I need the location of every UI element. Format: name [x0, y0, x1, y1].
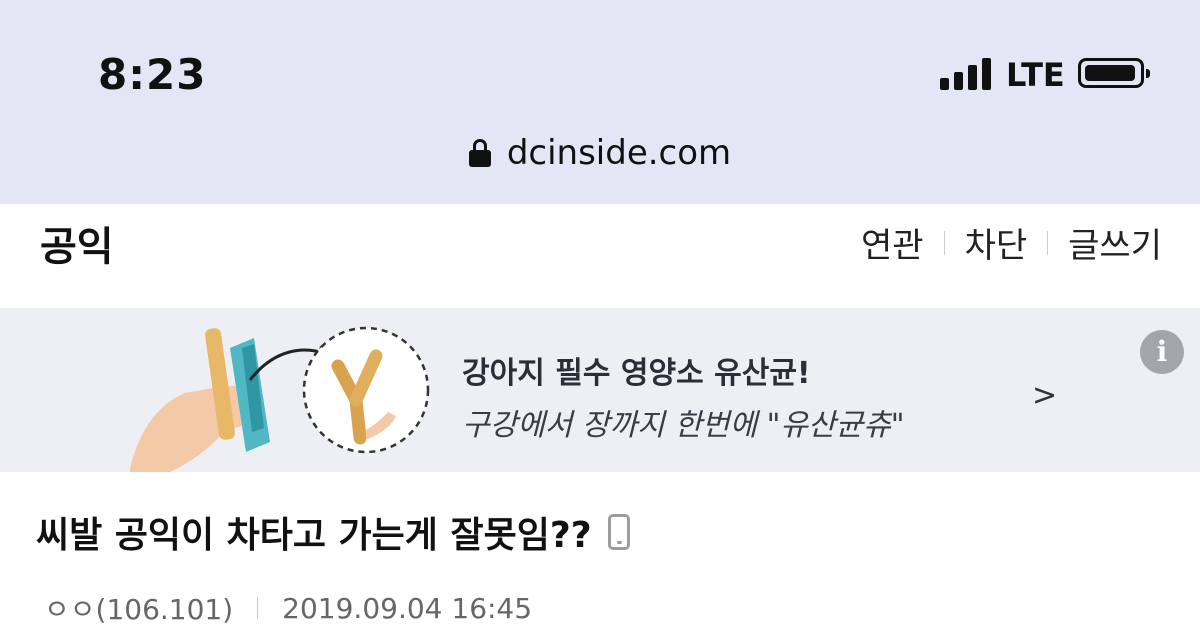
browser-top-bar: 8:23 LTE dcinside.com: [0, 0, 1200, 204]
post-author[interactable]: ㅇㅇ(106.101): [44, 588, 233, 628]
signal-strength-icon: [940, 58, 998, 90]
chevron-right-icon[interactable]: >: [1032, 378, 1057, 413]
divider: [1047, 230, 1049, 255]
gallery-title[interactable]: 공익: [40, 214, 114, 272]
ad-product-image: [130, 326, 430, 472]
ad-subtitle: 구강에서 장까지 한번에 "유산균츄": [462, 408, 905, 443]
address-bar[interactable]: dcinside.com: [0, 130, 1200, 176]
gallery-header: 공익 연관 차단 글쓰기: [0, 204, 1200, 308]
ad-title: 강아지 필수 영양소 유산균!: [462, 356, 811, 391]
info-icon[interactable]: i: [1140, 330, 1184, 374]
divider: [257, 597, 259, 619]
post-date: 2019.09.04 16:45: [282, 591, 533, 625]
post-meta: ㅇㅇ(106.101) 2019.09.04 16:45: [44, 588, 532, 628]
url-text: dcinside.com: [506, 133, 732, 173]
mobile-phone-icon: [607, 514, 630, 550]
gallery-actions: 연관 차단 글쓰기: [861, 218, 1162, 267]
post-title-text: 씨발 공익이 차타고 가는게 잘못임??: [36, 515, 592, 556]
network-type: LTE: [1006, 56, 1065, 94]
status-time: 8:23: [98, 50, 207, 99]
post-title[interactable]: 씨발 공익이 차타고 가는게 잘못임??: [36, 506, 630, 558]
related-button[interactable]: 연관: [861, 218, 924, 267]
block-button[interactable]: 차단: [965, 218, 1028, 267]
ad-banner[interactable]: 강아지 필수 영양소 유산균! 구강에서 장까지 한번에 "유산균츄" > i: [0, 308, 1200, 472]
divider: [943, 230, 945, 255]
battery-full-icon: [1078, 58, 1150, 88]
write-post-button[interactable]: 글쓰기: [1068, 218, 1162, 267]
lock-icon: [468, 139, 491, 167]
